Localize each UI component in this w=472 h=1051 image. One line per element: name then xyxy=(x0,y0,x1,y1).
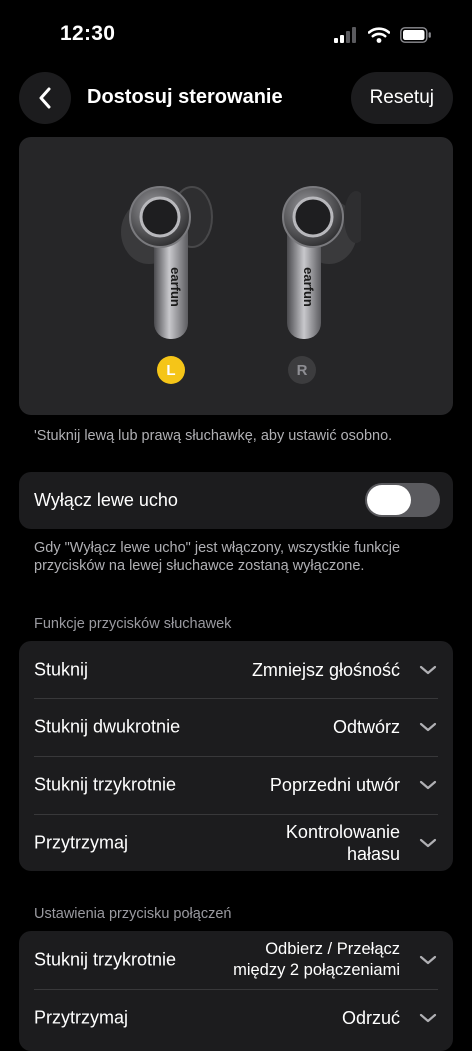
status-time: 12:30 xyxy=(60,22,116,45)
back-button[interactable] xyxy=(19,72,71,124)
row-label: Przytrzymaj xyxy=(34,1007,128,1028)
earbud-brand-label: earfun xyxy=(301,267,316,307)
system-icons xyxy=(334,27,432,43)
row-value: Odtwórz xyxy=(332,717,400,737)
disable-left-ear-toggle[interactable] xyxy=(365,483,440,517)
row-value: Poprzedni utwór xyxy=(269,775,400,795)
disable-left-ear-row: Wyłącz lewe ucho xyxy=(19,472,453,529)
wifi-icon xyxy=(368,27,390,43)
list-item-call-hold[interactable]: Przytrzymaj Odrzuć xyxy=(19,989,453,1051)
page-title: Dostosuj sterowanie xyxy=(87,86,283,108)
button-functions-list: Stuknij Zmniejsz głośność Stuknij dwukro… xyxy=(19,641,453,871)
list-item-double-tap[interactable]: Stuknij dwukrotnie Odtwórz xyxy=(19,698,453,756)
earbuds-preview-card: earfun earfun xyxy=(19,137,453,415)
earbud-brand-label: earfun xyxy=(168,267,183,307)
section-title-calls: Ustawienia przycisku połączeń xyxy=(34,906,232,922)
earbuds-hint: 'Stuknij lewą lub prawą słuchawkę, aby u… xyxy=(34,428,393,444)
toggle-label: Wyłącz lewe ucho xyxy=(34,490,178,510)
reset-button[interactable]: Resetuj xyxy=(350,72,453,124)
row-label: Przytrzymaj xyxy=(34,832,128,852)
right-earbud-badge[interactable]: R xyxy=(288,356,316,384)
right-earbud-image[interactable]: earfun xyxy=(251,177,361,347)
status-bar: 12:30 xyxy=(0,0,472,70)
chevron-left-icon xyxy=(39,87,51,109)
row-label: Stuknij trzykrotnie xyxy=(34,949,177,970)
battery-icon xyxy=(400,27,431,43)
list-item-tap[interactable]: Stuknij Zmniejsz głośność xyxy=(19,641,453,698)
row-value: Zmniejsz głośność xyxy=(251,659,400,680)
chevron-down-icon xyxy=(419,722,437,732)
list-item-hold[interactable]: Przytrzymaj Kontrolowanie hałasu xyxy=(19,814,453,871)
chevron-down-icon xyxy=(419,1013,437,1023)
chevron-down-icon xyxy=(419,665,437,674)
chevron-down-icon xyxy=(419,955,437,965)
row-value: Odrzuć xyxy=(341,1008,400,1028)
toggle-note: Gdy "Wyłącz lewe ucho" jest włączony, ws… xyxy=(34,540,401,574)
row-value: Kontrolowanie hałasu xyxy=(285,821,400,864)
toggle-knob xyxy=(367,485,411,515)
chevron-down-icon xyxy=(419,838,437,847)
left-earbud-badge[interactable]: L xyxy=(157,356,185,384)
list-item-call-triple-tap[interactable]: Stuknij trzykrotnie Odbierz / Przełącz m… xyxy=(19,931,453,989)
list-item-triple-tap[interactable]: Stuknij trzykrotnie Poprzedni utwór xyxy=(19,756,453,814)
section-title-buttons: Funkcje przycisków słuchawek xyxy=(34,616,232,632)
row-label: Stuknij dwukrotnie xyxy=(34,716,181,737)
row-label: Stuknij trzykrotnie xyxy=(34,774,177,795)
navigation-bar: Dostosuj sterowanie Resetuj xyxy=(0,72,472,124)
chevron-down-icon xyxy=(419,780,437,790)
cellular-signal-icon xyxy=(334,27,356,43)
left-earbud-image[interactable]: earfun xyxy=(114,177,224,347)
call-settings-list: Stuknij trzykrotnie Odbierz / Przełącz m… xyxy=(19,931,453,1051)
row-label: Stuknij xyxy=(34,659,89,679)
row-value: Odbierz / Przełącz między 2 połączeniami xyxy=(233,940,400,979)
